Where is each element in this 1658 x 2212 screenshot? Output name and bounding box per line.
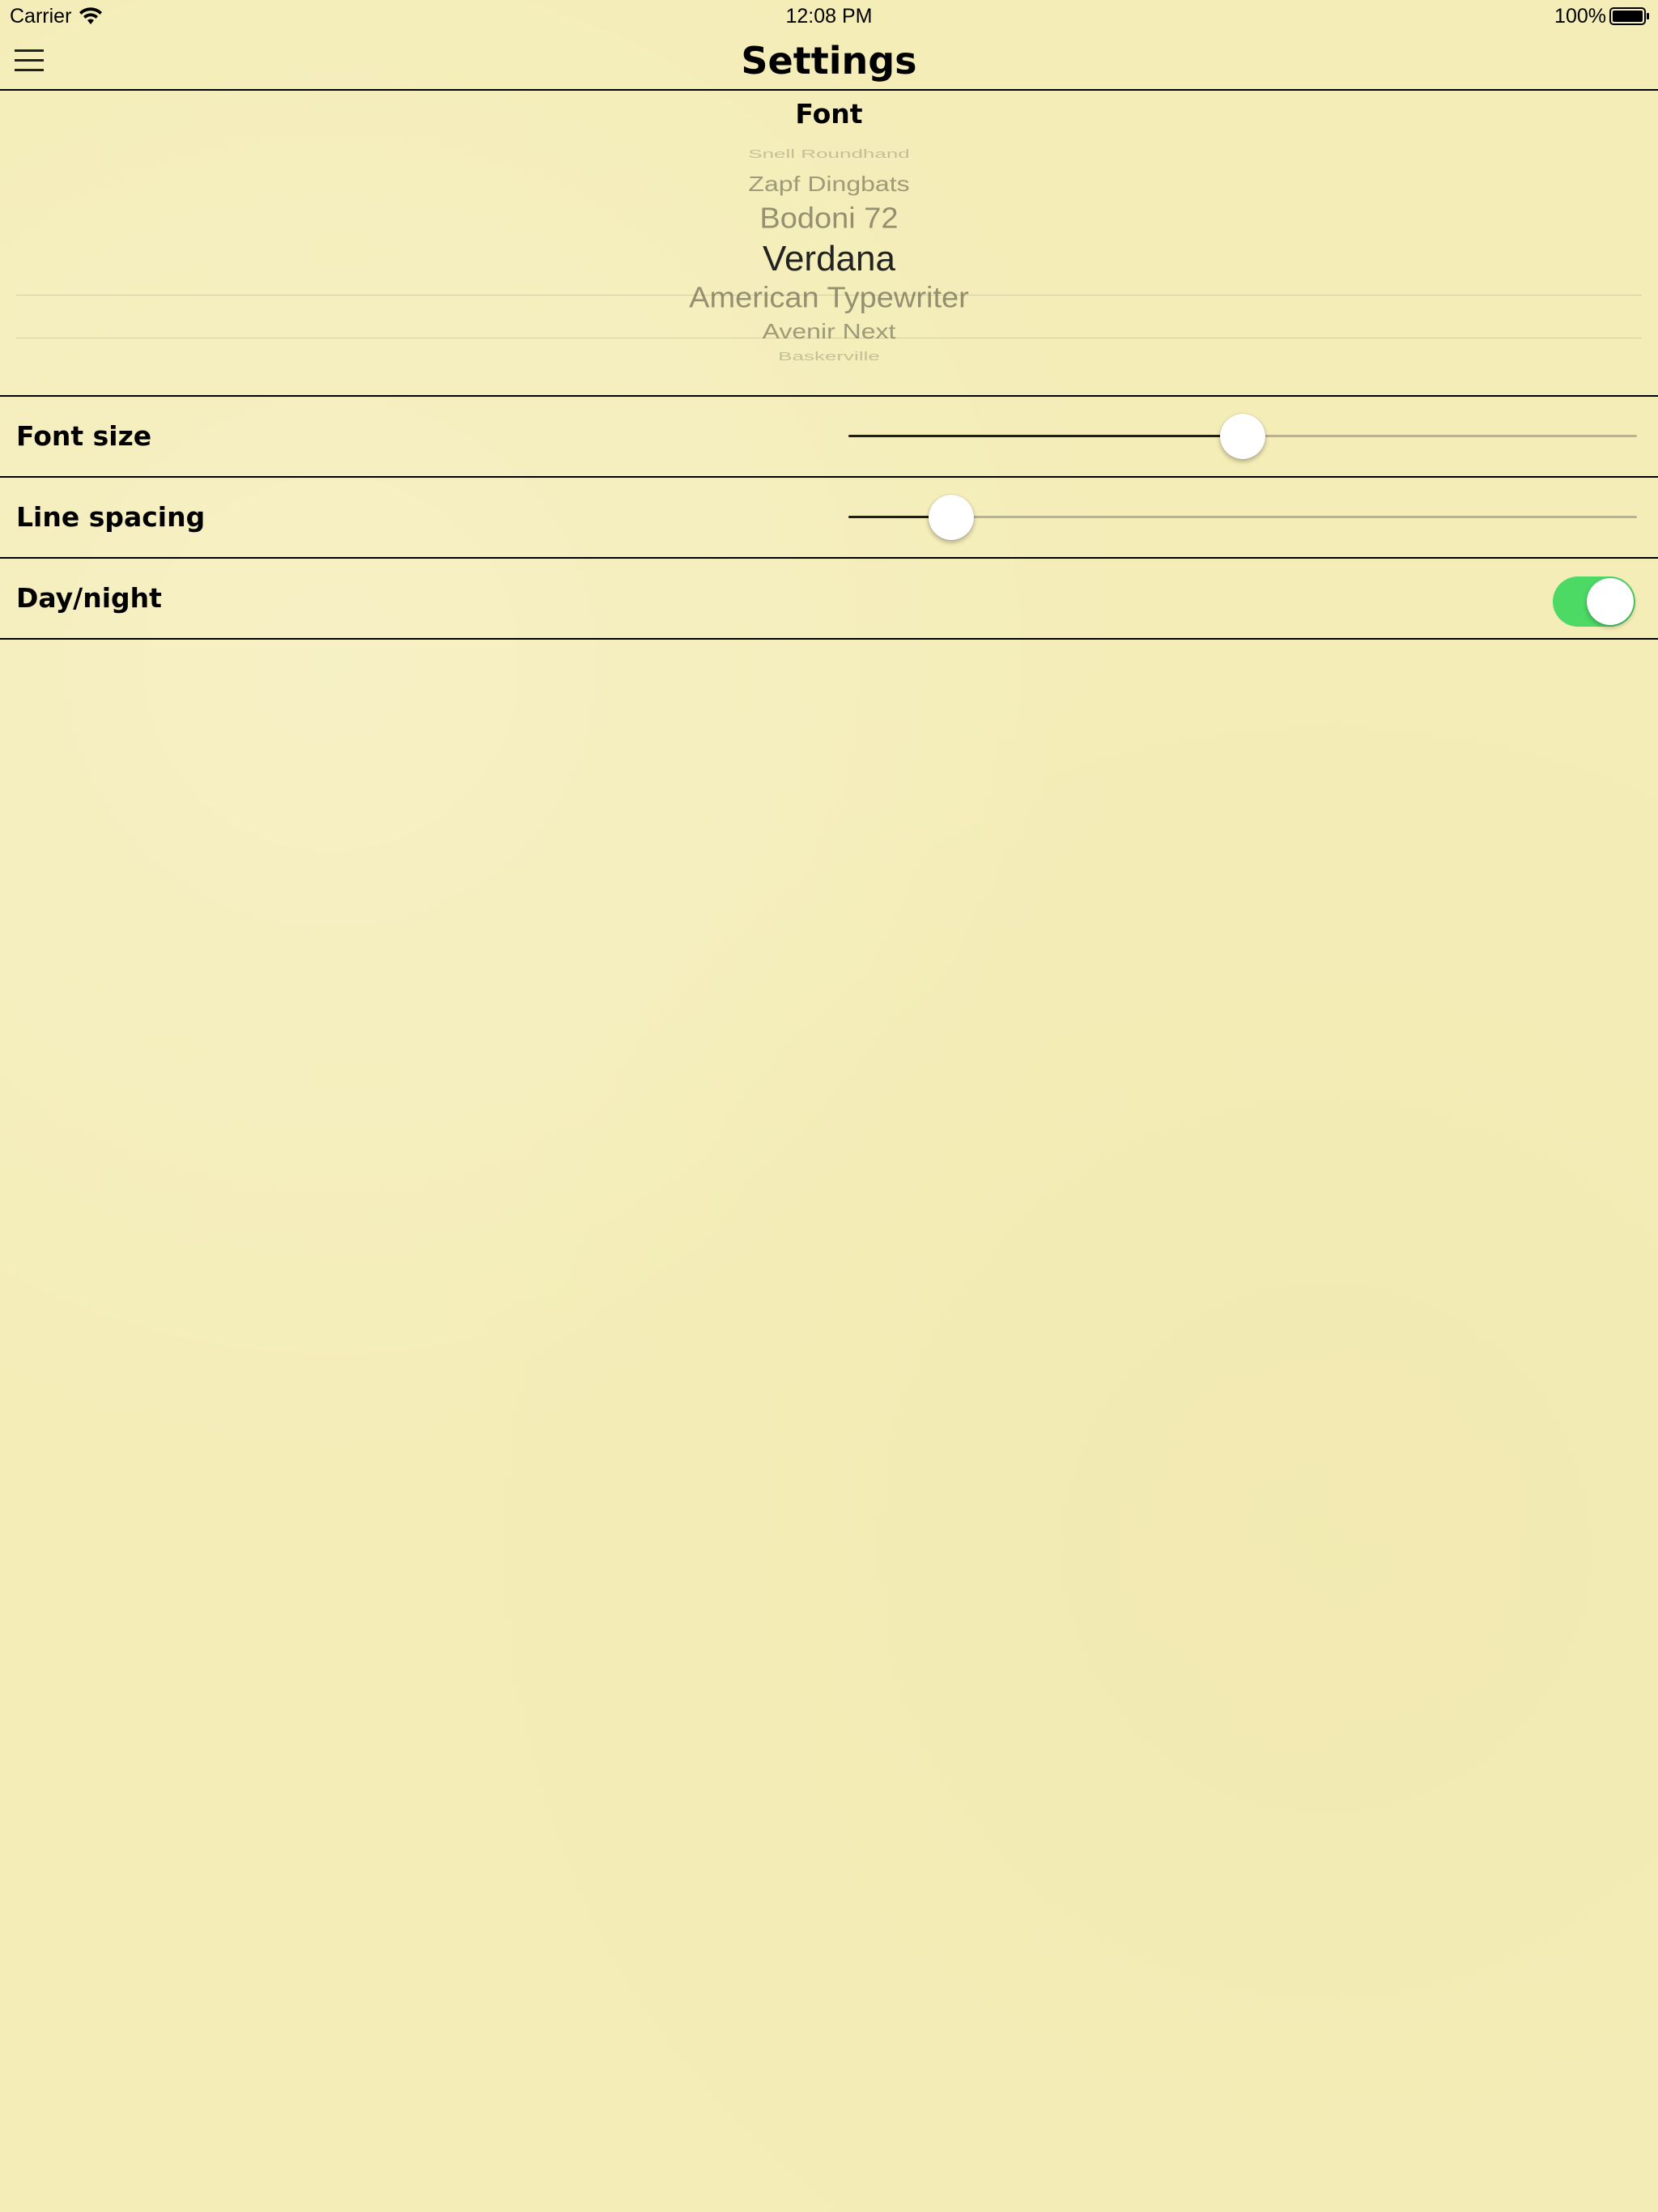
font-size-slider[interactable] xyxy=(848,414,1637,459)
slider-fill xyxy=(848,435,1243,437)
slider-thumb[interactable] xyxy=(928,495,974,540)
picker-item-baskerville[interactable]: Baskerville xyxy=(16,349,1642,364)
picker-item-zapf-dingbats[interactable]: Zapf Dingbats xyxy=(16,171,1642,196)
picker-item-verdana[interactable]: Verdana xyxy=(16,238,1642,280)
day-night-label: Day/night xyxy=(16,582,162,614)
picker-item-snell-roundhand[interactable]: Snell Roundhand xyxy=(16,149,1642,161)
line-spacing-slider[interactable] xyxy=(848,495,1637,540)
battery-icon xyxy=(1609,7,1649,25)
picker-item-american-typewriter[interactable]: American Typewriter xyxy=(16,281,1642,315)
line-spacing-label: Line spacing xyxy=(16,501,206,533)
clock: 12:08 PM xyxy=(785,5,873,28)
status-bar: Carrier 12:08 PM 100% xyxy=(0,0,1658,32)
picker-item-avenir-next[interactable]: Avenir Next xyxy=(16,318,1642,343)
line-spacing-row: Line spacing xyxy=(0,478,1658,559)
day-night-row: Day/night xyxy=(0,559,1658,640)
slider-thumb[interactable] xyxy=(1220,414,1265,459)
font-picker[interactable]: Snell Roundhand Zapf Dingbats Bodoni 72 … xyxy=(16,149,1642,369)
font-section: Font Snell Roundhand Zapf Dingbats Bodon… xyxy=(0,91,1658,397)
picker-item-bodoni-72[interactable]: Bodoni 72 xyxy=(16,202,1642,236)
font-heading: Font xyxy=(795,98,863,130)
battery-percentage: 100% xyxy=(1554,5,1606,28)
font-size-label: Font size xyxy=(16,420,152,452)
font-size-row: Font size xyxy=(0,397,1658,478)
page-title: Settings xyxy=(741,39,917,83)
day-night-toggle[interactable] xyxy=(1553,576,1635,627)
navigation-bar: Settings xyxy=(0,32,1658,91)
toggle-knob xyxy=(1587,578,1634,625)
